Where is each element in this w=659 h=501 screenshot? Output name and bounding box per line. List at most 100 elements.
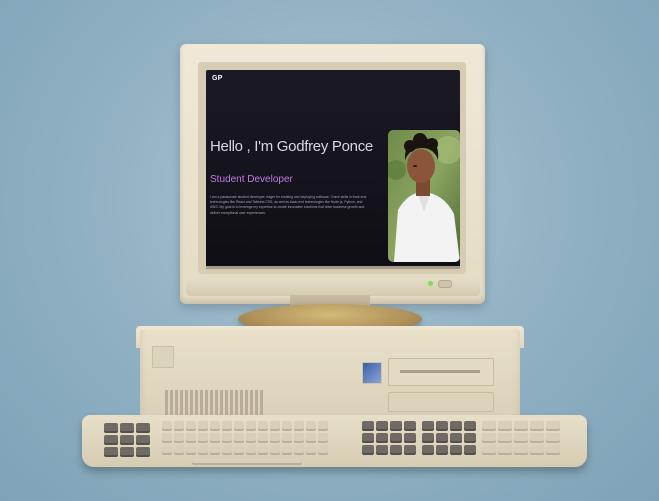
keyboard-key[interactable] [136, 447, 150, 457]
keyboard-key[interactable] [246, 421, 256, 431]
keyboard-key[interactable] [546, 421, 560, 431]
keyboard-key[interactable] [482, 433, 496, 443]
keyboard-key[interactable] [376, 445, 388, 455]
keyboard-key[interactable] [104, 423, 118, 433]
keyboard-key[interactable] [282, 433, 292, 443]
keyboard-key[interactable] [174, 421, 184, 431]
keyboard-key[interactable] [234, 445, 244, 455]
keyboard-key[interactable] [198, 445, 208, 455]
keyboard-key[interactable] [222, 421, 232, 431]
keyboard-key[interactable] [498, 421, 512, 431]
keyboard-key[interactable] [530, 421, 544, 431]
keyboard-key[interactable] [404, 421, 416, 431]
case-badge [152, 346, 174, 368]
keyboard-key[interactable] [376, 421, 388, 431]
keyboard-key[interactable] [482, 445, 496, 455]
keyboard-key[interactable] [404, 445, 416, 455]
keyboard-key[interactable] [546, 445, 560, 455]
keyboard-key[interactable] [450, 445, 462, 455]
keyboard-key[interactable] [104, 435, 118, 445]
keyboard-key[interactable] [422, 433, 434, 443]
keyboard-key[interactable] [270, 433, 280, 443]
keyboard-key[interactable] [376, 433, 388, 443]
keyboard-key[interactable] [192, 455, 302, 465]
keyboard-key[interactable] [258, 421, 268, 431]
keyboard-key[interactable] [258, 445, 268, 455]
keyboard-key[interactable] [514, 445, 528, 455]
keyboard-key[interactable] [294, 445, 304, 455]
keyboard-key[interactable] [174, 433, 184, 443]
keyboard-key[interactable] [174, 445, 184, 455]
keyboard[interactable] [82, 415, 587, 467]
keyboard-key[interactable] [210, 433, 220, 443]
keyboard-key[interactable] [530, 433, 544, 443]
keyboard-key[interactable] [198, 433, 208, 443]
vent-slot [190, 390, 193, 416]
keyboard-key[interactable] [270, 421, 280, 431]
keyboard-key[interactable] [464, 421, 476, 431]
keyboard-key[interactable] [186, 421, 196, 431]
keyboard-key[interactable] [306, 445, 316, 455]
keyboard-key[interactable] [210, 445, 220, 455]
keyboard-key[interactable] [514, 433, 528, 443]
keyboard-key[interactable] [282, 421, 292, 431]
keyboard-key[interactable] [362, 445, 374, 455]
keyboard-key[interactable] [530, 445, 544, 455]
keyboard-key[interactable] [498, 445, 512, 455]
keyboard-key[interactable] [464, 445, 476, 455]
keyboard-key[interactable] [514, 421, 528, 431]
keyboard-key[interactable] [450, 421, 462, 431]
keyboard-key[interactable] [136, 423, 150, 433]
monitor-power-button[interactable] [438, 280, 452, 288]
keyboard-key[interactable] [318, 433, 328, 443]
keyboard-key[interactable] [362, 421, 374, 431]
keyboard-key[interactable] [546, 433, 560, 443]
keyboard-key[interactable] [162, 445, 172, 455]
keyboard-key[interactable] [404, 433, 416, 443]
keyboard-key[interactable] [482, 421, 496, 431]
keyboard-key[interactable] [120, 447, 134, 457]
keyboard-key[interactable] [436, 445, 448, 455]
keyboard-key[interactable] [390, 445, 402, 455]
keyboard-key[interactable] [390, 433, 402, 443]
keyboard-key[interactable] [318, 421, 328, 431]
keyboard-key[interactable] [436, 421, 448, 431]
vent-slot [250, 390, 253, 416]
keyboard-key[interactable] [294, 421, 304, 431]
keyboard-key[interactable] [282, 445, 292, 455]
keyboard-key[interactable] [222, 433, 232, 443]
keyboard-key[interactable] [162, 433, 172, 443]
keyboard-key[interactable] [270, 445, 280, 455]
keyboard-key[interactable] [498, 433, 512, 443]
keyboard-key[interactable] [306, 433, 316, 443]
keyboard-key[interactable] [234, 421, 244, 431]
keyboard-key[interactable] [222, 445, 232, 455]
keyboard-key[interactable] [294, 433, 304, 443]
monitor-chin [186, 278, 480, 296]
keyboard-key[interactable] [306, 421, 316, 431]
keyboard-key[interactable] [104, 447, 118, 457]
keyboard-key[interactable] [450, 433, 462, 443]
keyboard-key[interactable] [362, 433, 374, 443]
keyboard-key[interactable] [210, 421, 220, 431]
keyboard-key[interactable] [464, 433, 476, 443]
vent-slot [235, 390, 238, 416]
keyboard-key[interactable] [246, 445, 256, 455]
keyboard-key[interactable] [186, 433, 196, 443]
keyboard-key[interactable] [162, 421, 172, 431]
keyboard-key[interactable] [390, 421, 402, 431]
keyboard-key[interactable] [136, 435, 150, 445]
keyboard-key[interactable] [246, 433, 256, 443]
keyboard-key[interactable] [234, 433, 244, 443]
keyboard-key[interactable] [258, 433, 268, 443]
hero-bio: I am a passionate student developer, eag… [210, 195, 367, 215]
keyboard-key[interactable] [186, 445, 196, 455]
keyboard-key[interactable] [436, 433, 448, 443]
keyboard-key[interactable] [120, 423, 134, 433]
keyboard-key[interactable] [422, 421, 434, 431]
site-logo[interactable]: GP [212, 75, 223, 82]
keyboard-key[interactable] [318, 445, 328, 455]
keyboard-key[interactable] [120, 435, 134, 445]
keyboard-key[interactable] [198, 421, 208, 431]
keyboard-key[interactable] [422, 445, 434, 455]
